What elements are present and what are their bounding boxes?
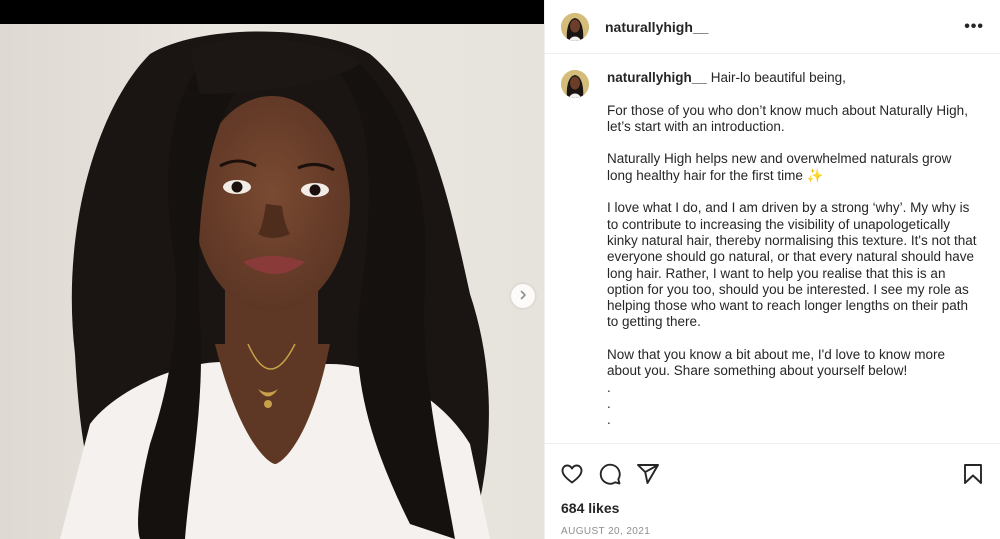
- heart-icon[interactable]: [559, 461, 585, 487]
- avatar[interactable]: [561, 70, 589, 98]
- chevron-right-icon: [518, 287, 528, 305]
- next-photo-button[interactable]: [511, 284, 535, 308]
- post-side-panel: naturallyhigh__ ••• naturallyhigh__ Hair-…: [544, 0, 1000, 539]
- post-header: naturallyhigh__ •••: [545, 0, 1000, 54]
- caption-dot: .: [607, 395, 611, 411]
- post-caption: naturallyhigh__ Hair-lo beautiful being, …: [607, 70, 977, 429]
- caption-dot: .: [607, 379, 611, 395]
- caption-opening-line: naturallyhigh__ Hair-lo beautiful being,: [607, 70, 977, 86]
- action-bar: [545, 444, 1000, 492]
- share-icon[interactable]: [635, 461, 661, 487]
- caption-paragraph: I love what I do, and I am driven by a s…: [607, 200, 977, 330]
- comment-icon[interactable]: [597, 461, 623, 487]
- caption-paragraph-with-sparkle: Naturally High helps new and overwhelmed…: [607, 151, 977, 184]
- likes-count[interactable]: 684 likes: [545, 492, 1000, 516]
- caption-username[interactable]: naturallyhigh__: [607, 70, 707, 85]
- post-photo[interactable]: [0, 24, 544, 539]
- caption-area: naturallyhigh__ Hair-lo beautiful being, …: [545, 54, 1000, 444]
- caption-greeting: Hair-lo beautiful being,: [710, 70, 846, 85]
- bookmark-icon[interactable]: [960, 461, 986, 487]
- caption-paragraph: For those of you who don’t know much abo…: [607, 102, 968, 134]
- caption-dot: .: [607, 412, 611, 428]
- more-options-icon[interactable]: •••: [964, 18, 984, 35]
- header-username[interactable]: naturallyhigh__: [605, 19, 708, 35]
- caption-paragraph: Now that you know a bit about me, I'd lo…: [607, 347, 946, 379]
- avatar[interactable]: [561, 12, 589, 41]
- post-date[interactable]: AUGUST 20, 2021: [545, 516, 1000, 537]
- post-media: [0, 0, 544, 539]
- portrait-illustration: [60, 31, 490, 539]
- sparkle-emoji: ✨: [806, 167, 824, 183]
- caption-paragraph: Naturally High helps new and overwhelmed…: [607, 151, 952, 183]
